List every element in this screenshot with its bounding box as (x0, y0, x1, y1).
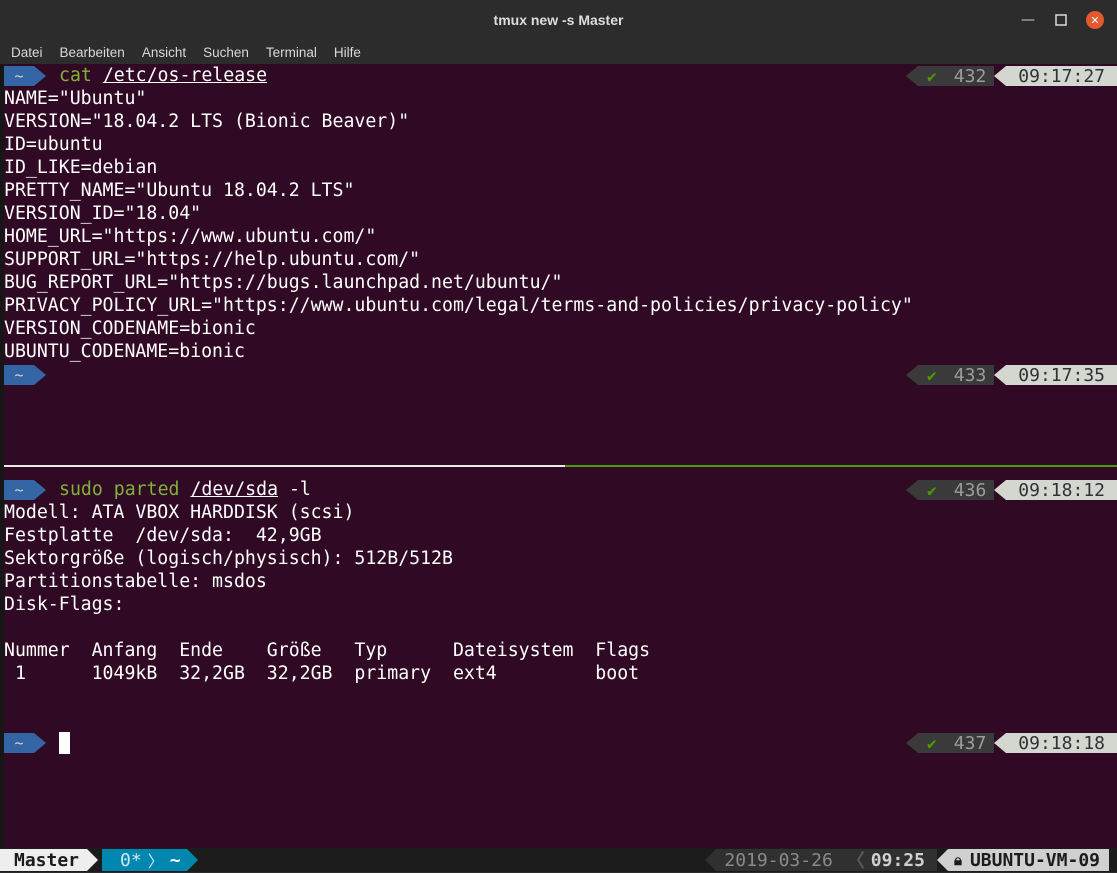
tmux-session-name[interactable]: Master (0, 849, 88, 871)
window-title: tmux new -s Master (493, 12, 624, 28)
tmux-window-name: ~ (169, 849, 181, 871)
prompt-time: 09:17:35 (1006, 365, 1117, 386)
output-line: PRIVACY_POLICY_URL="https://www.ubuntu.c… (4, 295, 913, 316)
prompt-prefix: ~ (4, 365, 46, 385)
window-titlebar[interactable]: tmux new -s Master (0, 0, 1117, 40)
tmux-window-index: 0* (120, 849, 142, 871)
tmux-time: 〈 09:25 (840, 849, 937, 872)
output-line: NAME="Ubuntu" (4, 88, 147, 109)
command-line: sudo parted /dev/sda -l (4, 478, 311, 501)
home-dir-segment: ~ (4, 733, 34, 753)
menu-bearbeiten[interactable]: Bearbeiten (60, 45, 125, 60)
history-number: 433 (945, 365, 995, 386)
menu-ansicht[interactable]: Ansicht (142, 45, 186, 60)
right-prompt: ✔ 432 09:17:27 (905, 66, 1117, 87)
output-line: ID=ubuntu (4, 134, 103, 155)
output-line: Partitionstabelle: msdos (4, 571, 267, 592)
history-number: 436 (945, 480, 995, 501)
output-line: Disk-Flags: (4, 594, 125, 615)
pane-divider[interactable] (4, 465, 565, 467)
command-argument: /dev/sda (190, 479, 279, 500)
command-argument: /etc/os-release (102, 65, 268, 86)
command-word: sudo (59, 479, 103, 500)
tmux-status-bar: Master 0* 〉 ~ 2019-03-26 〈 09:25 🔒︎ UBUNT… (0, 848, 1117, 872)
history-number: 432 (945, 66, 995, 87)
home-dir-segment: ~ (4, 365, 34, 385)
check-icon: ✔ (917, 480, 946, 500)
table-row: 1 1049kB 32,2GB 32,2GB primary ext4 boot (4, 663, 640, 684)
prompt-time: 09:18:12 (1006, 480, 1117, 501)
output-line: PRETTY_NAME="Ubuntu 18.04.2 LTS" (4, 180, 355, 201)
pane-divider-active[interactable] (565, 465, 1117, 467)
table-header: Nummer Anfang Ende Größe Typ Dateisystem… (4, 640, 651, 661)
menu-suchen[interactable]: Suchen (203, 45, 249, 60)
history-number: 437 (945, 733, 995, 754)
command-word: cat (59, 65, 92, 86)
output-line: UBUNTU_CODENAME=bionic (4, 341, 245, 362)
output-line: VERSION_ID="18.04" (4, 203, 202, 224)
output-line: Modell: ATA VBOX HARDDISK (scsi) (4, 502, 355, 523)
menu-terminal[interactable]: Terminal (266, 45, 317, 60)
lock-icon: 🔒︎ (953, 851, 962, 869)
menu-datei[interactable]: Datei (11, 45, 43, 60)
tmux-date: 2019-03-26 (716, 849, 841, 871)
output-line: Festplatte /dev/sda: 42,9GB (4, 525, 322, 546)
check-icon: ✔ (917, 365, 946, 385)
minimize-icon[interactable]: — (1019, 11, 1037, 29)
prompt-time: 09:18:18 (1006, 733, 1117, 754)
maximize-icon[interactable] (1052, 11, 1070, 29)
output-line: VERSION="18.04.2 LTS (Bionic Beaver)" (4, 111, 410, 132)
right-prompt: ✔ 433 09:17:35 (905, 365, 1117, 386)
command-word: parted (113, 479, 180, 500)
terminal-border (0, 64, 4, 848)
tmux-hostname: 🔒︎ UBUNTU-VM-09 (947, 849, 1109, 871)
prompt-time: 09:17:27 (1006, 66, 1117, 87)
output-line: SUPPORT_URL="https://help.ubuntu.com/" (4, 249, 421, 270)
output-line: VERSION_CODENAME=bionic (4, 318, 256, 339)
tmux-time-value: 09:25 (870, 849, 925, 871)
text-cursor[interactable] (59, 732, 70, 754)
right-prompt: ✔ 436 09:18:12 (905, 480, 1117, 501)
terminal-area[interactable]: ~ cat /etc/os-release ✔ 432 09:17:27 NAM… (0, 64, 1117, 872)
right-prompt: ✔ 437 09:18:18 (905, 733, 1117, 754)
output-line: ID_LIKE=debian (4, 157, 158, 178)
check-icon: ✔ (917, 66, 946, 86)
menu-bar: Datei Bearbeiten Ansicht Suchen Terminal… (0, 40, 1117, 64)
output-line: Sektorgröße (logisch/physisch): 512B/512… (4, 548, 453, 569)
menu-hilfe[interactable]: Hilfe (334, 45, 361, 60)
output-line: BUG_REPORT_URL="https://bugs.launchpad.n… (4, 272, 563, 293)
tmux-status-right: 2019-03-26 〈 09:25 🔒︎ UBUNTU-VM-09 (705, 848, 1109, 872)
command-line: cat /etc/os-release (4, 64, 267, 87)
close-icon[interactable]: ✕ (1086, 11, 1104, 29)
tmux-hostname-value: UBUNTU-VM-09 (969, 849, 1100, 871)
command-flag: -l (288, 479, 311, 500)
tmux-window-tab[interactable]: 0* 〉 ~ (102, 849, 187, 871)
output-line: HOME_URL="https://www.ubuntu.com/" (4, 226, 377, 247)
check-icon: ✔ (917, 733, 946, 753)
prompt-prefix: ~ (4, 733, 46, 753)
